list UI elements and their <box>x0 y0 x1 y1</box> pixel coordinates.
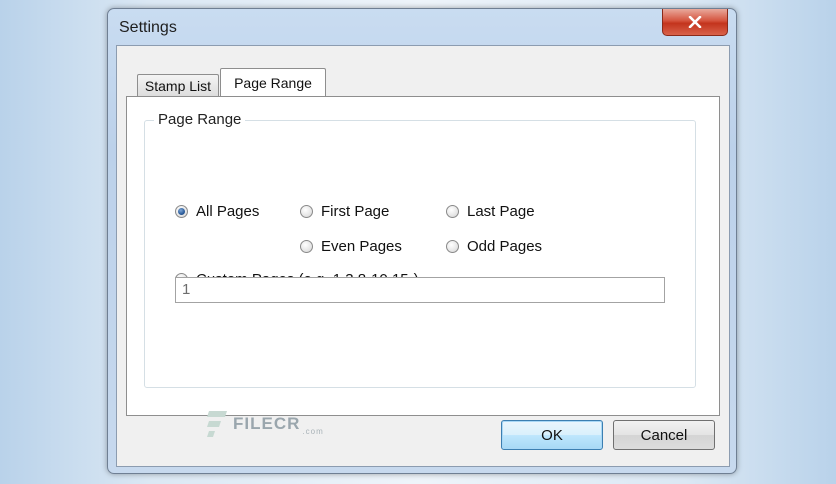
radio-last-page[interactable]: Last Page <box>446 203 535 220</box>
ok-button[interactable]: OK <box>501 420 603 450</box>
radio-button[interactable] <box>446 205 459 218</box>
radio-button[interactable] <box>446 240 459 253</box>
radio-label: Last Page <box>467 203 535 220</box>
groupbox-label: Page Range <box>154 111 246 128</box>
radio-label: Even Pages <box>321 238 402 255</box>
radio-selected-dot <box>178 208 185 215</box>
tab-stamp-list[interactable]: Stamp List <box>137 74 219 96</box>
radio-all-pages[interactable]: All Pages <box>175 203 259 220</box>
radio-button[interactable] <box>300 240 313 253</box>
tab-panel-page-range: Page Range All Pages First Page Last Pag… <box>126 96 720 437</box>
filecr-logo-icon <box>207 411 227 437</box>
watermark-brand: FILECR <box>233 414 301 433</box>
radio-label: Odd Pages <box>467 238 543 255</box>
radio-even-pages[interactable]: Even Pages <box>300 238 402 255</box>
close-icon <box>688 16 702 28</box>
dialog-title: Settings <box>119 19 177 36</box>
settings-dialog: Settings Stamp List Page Range Page Rang… <box>107 8 737 474</box>
tab-page-range[interactable]: Page Range <box>220 68 326 96</box>
page-range-groupbox: Page Range All Pages First Page Last Pag… <box>144 111 696 437</box>
radio-button-checked[interactable] <box>175 205 188 218</box>
radio-label: First Page <box>321 203 390 220</box>
radio-first-page[interactable]: First Page <box>300 203 389 220</box>
custom-pages-input[interactable]: 1 <box>175 277 665 303</box>
dialog-client-area: Stamp List Page Range Page Range All Pag… <box>116 45 730 467</box>
watermark-suffix: .com <box>302 426 324 436</box>
tab-label: Stamp List <box>144 77 212 94</box>
close-button[interactable] <box>662 9 728 36</box>
radio-label: All Pages <box>196 203 260 220</box>
watermark-logo: FILECR .com <box>205 409 324 439</box>
radio-odd-pages[interactable]: Odd Pages <box>446 238 542 255</box>
radio-button[interactable] <box>300 205 313 218</box>
cancel-button[interactable]: Cancel <box>613 420 715 450</box>
tab-label: Page Range <box>234 74 312 91</box>
